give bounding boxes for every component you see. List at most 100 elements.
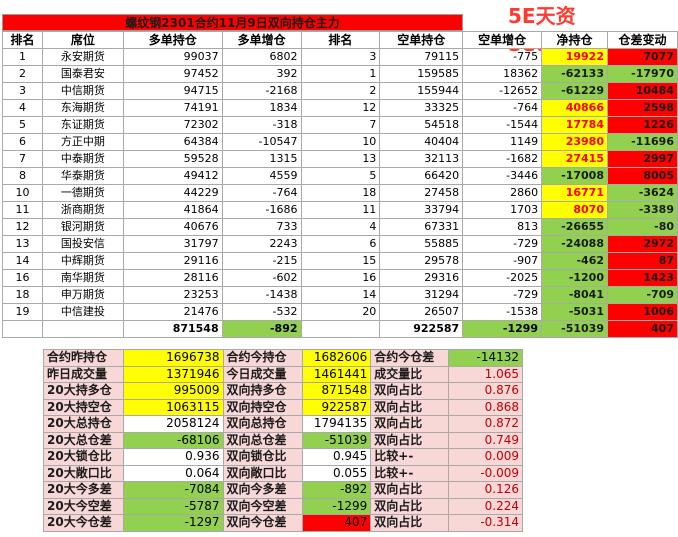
table-cell: 28116 bbox=[122, 269, 223, 287]
table-cell: 2997 bbox=[607, 150, 678, 168]
table-cell: 55885 bbox=[379, 235, 464, 253]
table-cell: 国泰君安 bbox=[41, 65, 124, 83]
table-cell: 7 bbox=[2, 150, 43, 168]
summary-row: 20大持空仓 1063115 双向持空仓 922587 双向占比 0.868 bbox=[43, 398, 523, 416]
table-cell: 18362 bbox=[462, 65, 543, 83]
summary-value: 0.064 bbox=[122, 464, 224, 482]
total-short-change: -1299 bbox=[462, 320, 543, 338]
summary-label: 20大锁仓比 bbox=[43, 448, 124, 466]
table-cell: 13 bbox=[2, 235, 43, 253]
table-cell: -8041 bbox=[541, 286, 608, 304]
table-cell: 8070 bbox=[541, 201, 608, 219]
header-cell: 空单增仓 bbox=[462, 31, 543, 49]
summary-row: 昨日成交量 1371946 今日成交量 1461441 成交量比 1.065 bbox=[43, 365, 523, 383]
table-cell: -1544 bbox=[462, 116, 543, 134]
table-cell: 永安期货 bbox=[41, 48, 124, 66]
table-cell: 1 bbox=[300, 65, 381, 83]
summary-value: 1461441 bbox=[302, 365, 372, 383]
table-cell: 中辉期货 bbox=[41, 252, 124, 270]
table-cell: 10 bbox=[300, 133, 381, 151]
summary-value: 0.126 bbox=[448, 481, 523, 499]
table-cell bbox=[41, 320, 124, 338]
table-cell: 97452 bbox=[122, 65, 223, 83]
table-cell: 8 bbox=[2, 167, 43, 185]
table-cell: 44229 bbox=[122, 184, 223, 202]
table-row: 13 国投安信 31797 2243 6 55885 -729 -24088 2972 bbox=[2, 235, 678, 253]
total-long-change: -892 bbox=[221, 320, 302, 338]
total-long: 871548 bbox=[122, 320, 223, 338]
table-cell: -462 bbox=[541, 252, 608, 270]
table-row: 3 中信期货 94715 -2168 2 155944 -12652 -61229 10484 bbox=[2, 82, 678, 100]
table-cell: 99037 bbox=[122, 48, 223, 66]
table-row: 16 南华期货 28116 -602 16 29316 -2025 -1200 1423 bbox=[2, 269, 678, 287]
table-cell: 11 bbox=[2, 201, 43, 219]
table-row: 7 中泰期货 59528 1315 13 32113 -1682 27415 2997 bbox=[2, 150, 678, 168]
table-row: 4 东海期货 74191 1834 12 33325 -764 40866 2598 bbox=[2, 99, 678, 117]
header-cell: 席位 bbox=[41, 31, 124, 49]
table-cell: -729 bbox=[462, 235, 543, 253]
table-cell: -215 bbox=[221, 252, 302, 270]
table-cell: 4559 bbox=[221, 167, 302, 185]
summary-row: 20大敞口比 0.064 双向敞口比 0.055 比较+- -0.009 bbox=[43, 464, 523, 482]
summary-value: 1.065 bbox=[448, 365, 523, 383]
summary-value: -892 bbox=[302, 481, 372, 499]
summary-value: -0.314 bbox=[448, 514, 523, 532]
table-row: 18 申万期货 23253 -1438 14 31294 -729 -8041 -709 bbox=[2, 286, 678, 304]
table-cell: 4 bbox=[300, 218, 381, 236]
summary-value: 0.055 bbox=[302, 464, 372, 482]
table-cell: -12652 bbox=[462, 82, 543, 100]
table-row: 12 银河期货 40676 733 4 67331 813 -26655 -80 bbox=[2, 218, 678, 236]
table-cell: -17970 bbox=[607, 65, 678, 83]
table-cell: 中泰期货 bbox=[41, 150, 124, 168]
table-cell: -532 bbox=[221, 303, 302, 321]
summary-table: 合约昨持仓 1696738 合约今持仓 1682606 合约今仓差 -14132 昨日成交量… bbox=[43, 349, 523, 532]
table-cell: 14 bbox=[300, 286, 381, 304]
summary-row: 合约昨持仓 1696738 合约今持仓 1682606 合约今仓差 -14132 bbox=[43, 349, 523, 367]
summary-label: 比较+- bbox=[370, 448, 450, 466]
table-cell: -602 bbox=[221, 269, 302, 287]
header-cell: 排名 bbox=[2, 31, 43, 49]
table-cell: 方正中期 bbox=[41, 133, 124, 151]
header-row: 排名 席位 多单持仓 多单增仓 排名 空单持仓 空单增仓 净持仓 仓差变动 bbox=[2, 31, 678, 49]
table-cell: -2168 bbox=[221, 82, 302, 100]
table-cell: 49412 bbox=[122, 167, 223, 185]
table-cell: 8005 bbox=[607, 167, 678, 185]
table-cell: 南华期货 bbox=[41, 269, 124, 287]
summary-label: 双向持空仓 bbox=[222, 398, 304, 416]
summary-value: -51039 bbox=[302, 431, 372, 449]
table-cell: 1834 bbox=[221, 99, 302, 117]
table-cell: 31294 bbox=[379, 286, 464, 304]
table-cell: 26507 bbox=[379, 303, 464, 321]
summary-row: 20大锁仓比 0.936 双向锁仓比 0.945 比较+- 0.009 bbox=[43, 448, 523, 466]
total-diff: 407 bbox=[607, 320, 678, 338]
summary-row: 20大今空差 -5787 双向今空差 -1299 双向占比 0.224 bbox=[43, 497, 523, 515]
table-cell: 1226 bbox=[607, 116, 678, 134]
table-row: 5 东证期货 72302 -318 7 54518 -1544 17784 1226 bbox=[2, 116, 678, 134]
table-cell bbox=[2, 320, 43, 338]
summary-label: 昨日成交量 bbox=[43, 365, 124, 383]
summary-label: 双向今仓差 bbox=[222, 514, 304, 532]
summary-label: 双向占比 bbox=[370, 514, 450, 532]
table-cell: 国投安信 bbox=[41, 235, 124, 253]
table-row: 10 一德期货 44229 -764 18 27458 2860 16771 -3624 bbox=[2, 184, 678, 202]
totals-row: 871548 -892 922587 -1299 -51039 407 bbox=[2, 320, 678, 338]
summary-value: 995009 bbox=[122, 382, 224, 400]
table-cell: 10 bbox=[2, 184, 43, 202]
table-cell: 79115 bbox=[379, 48, 464, 66]
table-cell: 16 bbox=[300, 269, 381, 287]
summary-label: 双向总仓差 bbox=[222, 431, 304, 449]
summary-label: 合约今持仓 bbox=[222, 349, 304, 367]
summary-value: 871548 bbox=[302, 382, 372, 400]
summary-label: 20大持多仓 bbox=[43, 382, 124, 400]
table-cell: -1438 bbox=[221, 286, 302, 304]
table-cell: 59528 bbox=[122, 150, 223, 168]
table-cell: -26655 bbox=[541, 218, 608, 236]
table-cell: 1006 bbox=[607, 303, 678, 321]
table-cell: 东证期货 bbox=[41, 116, 124, 134]
summary-label: 双向占比 bbox=[370, 398, 450, 416]
table-cell: 1 bbox=[2, 48, 43, 66]
table-cell: -11696 bbox=[607, 133, 678, 151]
header-cell: 排名 bbox=[300, 31, 381, 49]
table-cell: 中信建投 bbox=[41, 303, 124, 321]
table-cell: -5031 bbox=[541, 303, 608, 321]
